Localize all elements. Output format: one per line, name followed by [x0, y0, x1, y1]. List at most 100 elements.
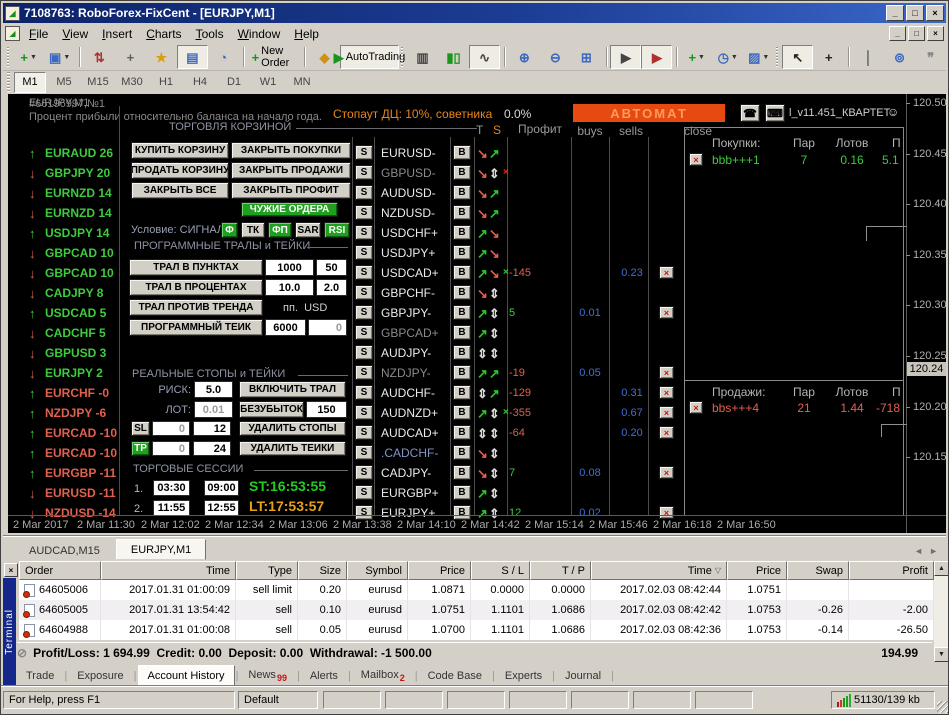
- session-2-start[interactable]: 11:55: [153, 500, 190, 516]
- close-position-button[interactable]: ×: [659, 466, 674, 479]
- buy-button[interactable]: B: [453, 405, 471, 420]
- column-header-time[interactable]: Time: [101, 561, 236, 580]
- close-position-button[interactable]: ×: [659, 386, 674, 399]
- close-all-button[interactable]: ЗАКРЫТЬ ВСЕ: [131, 182, 229, 199]
- cursor-button[interactable]: ↖: [782, 45, 813, 69]
- column-header-profit[interactable]: Profit: [849, 561, 934, 580]
- status-profile[interactable]: Default: [238, 691, 318, 709]
- sell-button[interactable]: S: [355, 305, 373, 320]
- condition-фп-button[interactable]: ФП: [268, 222, 292, 238]
- menu-file[interactable]: File: [22, 26, 55, 42]
- tabs-scroll-left-icon[interactable]: ◄: [914, 546, 923, 556]
- sl-button[interactable]: SL: [131, 421, 150, 436]
- trail-points-button[interactable]: ТРАЛ В ПУНКТАХ: [129, 259, 263, 276]
- tab-trade[interactable]: Trade: [17, 666, 63, 686]
- column-header-price[interactable]: Price: [727, 561, 787, 580]
- condition-sar-button[interactable]: SAR: [295, 222, 321, 238]
- column-header-swap[interactable]: Swap: [787, 561, 849, 580]
- buy-button[interactable]: B: [453, 505, 471, 520]
- column-header-symbol[interactable]: Symbol: [347, 561, 408, 580]
- close-buys-button[interactable]: ЗАКРЫТЬ ПОКУПКИ: [231, 142, 351, 159]
- new-chart-button[interactable]: +▼: [13, 45, 44, 69]
- buy-button[interactable]: B: [453, 145, 471, 160]
- column-header-tp[interactable]: T / P: [530, 561, 591, 580]
- buy-button[interactable]: B: [453, 225, 471, 240]
- mdi-restore-button[interactable]: □: [908, 26, 925, 41]
- tab-experts[interactable]: Experts: [496, 666, 551, 686]
- indicators-button[interactable]: +▼: [681, 45, 712, 69]
- buy-button[interactable]: B: [453, 245, 471, 260]
- line-chart-button[interactable]: ∿: [469, 45, 500, 69]
- buy-button[interactable]: B: [453, 205, 471, 220]
- auto-scroll-button[interactable]: ▶: [610, 45, 641, 69]
- mdi-close-button[interactable]: ×: [927, 26, 944, 41]
- tab-news[interactable]: News99: [239, 665, 296, 687]
- sell-button[interactable]: S: [355, 325, 373, 340]
- timeframe-m30[interactable]: M30: [116, 72, 148, 93]
- terminal-button[interactable]: ▤: [177, 45, 208, 69]
- buy-button[interactable]: B: [453, 325, 471, 340]
- buy-button[interactable]: B: [453, 345, 471, 360]
- timeframe-h4[interactable]: H4: [184, 72, 216, 93]
- column-header-time[interactable]: Time▽: [591, 561, 727, 580]
- alien-orders-button[interactable]: ЧУЖИЕ ОРДЕРА: [241, 202, 338, 217]
- sell-button[interactable]: S: [355, 485, 373, 500]
- condition-ф-button[interactable]: Ф: [221, 222, 238, 238]
- buy-button[interactable]: B: [453, 365, 471, 380]
- buy-button[interactable]: B: [453, 285, 471, 300]
- timeframe-m1[interactable]: M1: [14, 72, 46, 93]
- close-sell-group-button[interactable]: ×: [689, 401, 703, 414]
- condition-rsi-button[interactable]: RSI: [324, 222, 350, 238]
- minimize-button[interactable]: _: [886, 5, 904, 21]
- close-position-button[interactable]: ×: [659, 406, 674, 419]
- menu-insert[interactable]: Insert: [95, 26, 139, 42]
- bar-chart-button[interactable]: ▥: [407, 45, 438, 69]
- terminal-side-tab[interactable]: Terminal: [3, 578, 16, 686]
- column-header-price[interactable]: Price: [408, 561, 471, 580]
- autotrading-button[interactable]: ▶AutoTrading: [340, 45, 399, 69]
- scroll-down-icon[interactable]: ▼: [934, 647, 949, 662]
- vertical-line-button[interactable]: │: [853, 45, 884, 69]
- sell-basket-button[interactable]: ПРОДАТЬ КОРЗИНУ: [131, 162, 229, 179]
- profiles-button[interactable]: ▣▼: [44, 45, 75, 69]
- trail-percent-value[interactable]: 10.0: [265, 279, 314, 296]
- close-button[interactable]: ×: [926, 5, 944, 21]
- phone-icon-button[interactable]: ☎: [740, 104, 760, 122]
- sell-button[interactable]: S: [355, 465, 373, 480]
- timeframe-m5[interactable]: M5: [48, 72, 80, 93]
- column-header-sl[interactable]: S / L: [471, 561, 530, 580]
- session-1-start[interactable]: 03:30: [153, 480, 190, 496]
- title-bar[interactable]: ◢ 7108763: RoboForex-FixCent - [EURJPY,M…: [3, 3, 946, 23]
- close-buy-group-button[interactable]: ×: [689, 153, 703, 166]
- resize-grip[interactable]: [937, 701, 949, 713]
- comments-button[interactable]: ❞: [915, 45, 946, 69]
- sell-button[interactable]: S: [355, 165, 373, 180]
- session-2-end[interactable]: 12:55: [204, 500, 239, 516]
- sell-button[interactable]: S: [355, 225, 373, 240]
- breakeven-button[interactable]: БЕЗУБЫТОК: [239, 401, 304, 418]
- sell-button[interactable]: S: [355, 285, 373, 300]
- timeframe-m15[interactable]: M15: [82, 72, 114, 93]
- new-order-button[interactable]: +New Order: [248, 45, 301, 69]
- drag-handle[interactable]: [776, 47, 778, 67]
- lot-value[interactable]: 0.01: [194, 401, 233, 418]
- buy-button[interactable]: B: [453, 425, 471, 440]
- close-profit-button[interactable]: ЗАКРЫТЬ ПРОФИТ: [231, 182, 351, 199]
- sell-button[interactable]: S: [355, 425, 373, 440]
- column-header-size[interactable]: Size: [298, 561, 347, 580]
- buy-button[interactable]: B: [453, 445, 471, 460]
- tab-exposure[interactable]: Exposure: [68, 666, 132, 686]
- data-window-button[interactable]: +: [115, 45, 146, 69]
- tab-account-history[interactable]: Account History: [138, 665, 235, 687]
- periods-button[interactable]: ◷▼: [712, 45, 743, 69]
- candlestick-chart-button[interactable]: ▮▯: [438, 45, 469, 69]
- delete-takes-button[interactable]: УДАЛИТЬ ТЕИКИ: [239, 441, 346, 456]
- keyboard-icon-button[interactable]: ⌨: [765, 104, 785, 122]
- sell-button[interactable]: S: [355, 205, 373, 220]
- menu-charts[interactable]: Charts: [139, 26, 188, 42]
- trail-percent-step[interactable]: 2.0: [316, 279, 347, 296]
- zoom-out-button[interactable]: ⊖: [540, 45, 571, 69]
- terminal-close-button[interactable]: ×: [4, 563, 18, 577]
- sl-value-2[interactable]: 12: [193, 421, 231, 436]
- sell-button[interactable]: S: [355, 505, 373, 520]
